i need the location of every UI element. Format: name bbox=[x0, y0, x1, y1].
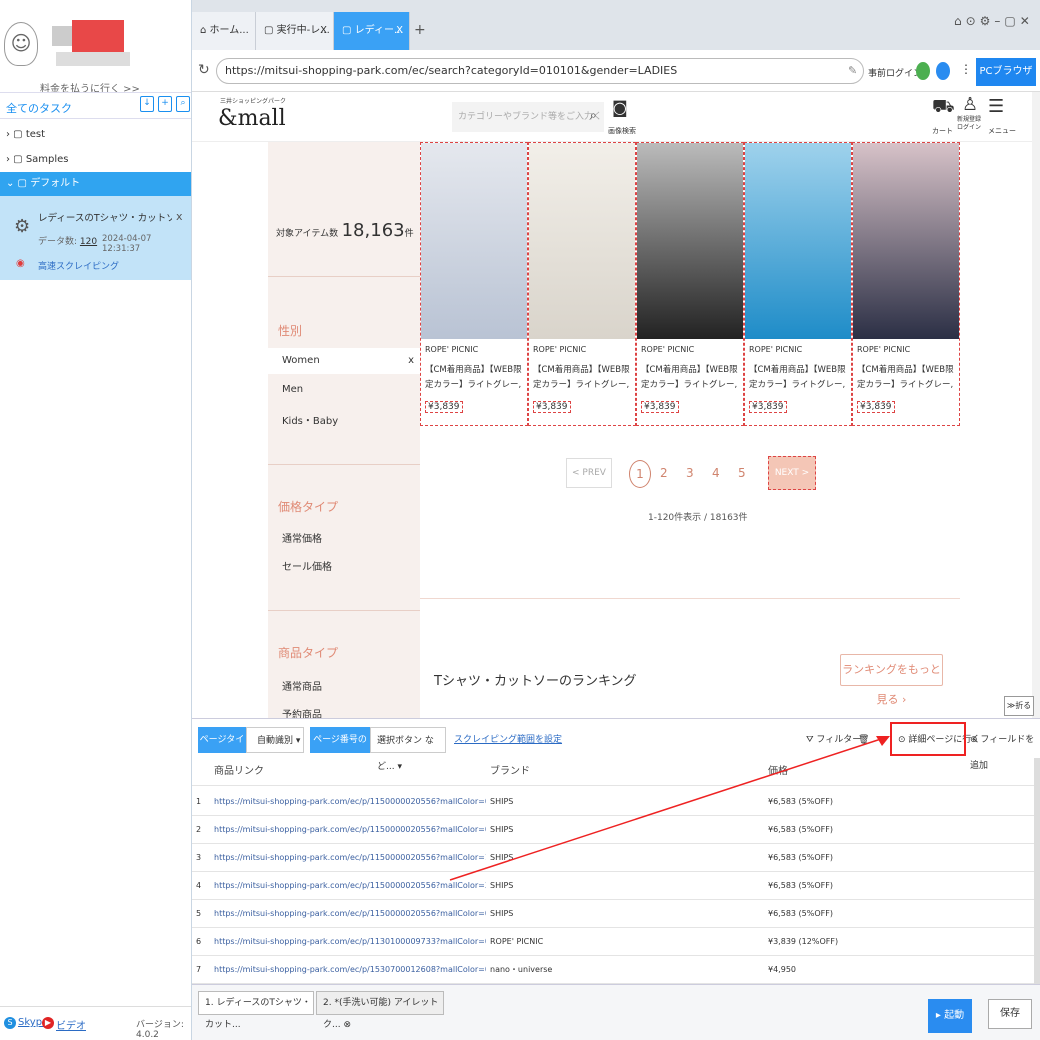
task-date: 2024-04-07 12:31:37 bbox=[102, 234, 152, 254]
bottom-tab-1[interactable]: 1. レディースのTシャツ・カット... bbox=[198, 991, 314, 1030]
folder-samples[interactable]: › ▢ Samples bbox=[0, 149, 191, 171]
version: バージョン: 4.0.2 bbox=[136, 1020, 184, 1040]
task-title: レディースのTシャツ・カットソー通販 | &... bbox=[38, 213, 172, 224]
bottom-tab-2[interactable]: 2. *(手洗い可能) アイレットク... ⊗ bbox=[316, 991, 444, 1030]
scraping-mode: 高速スクレイピング bbox=[38, 262, 120, 272]
video-link[interactable]: ビデオ bbox=[56, 1017, 86, 1032]
skype-icon[interactable]: S bbox=[4, 1017, 16, 1029]
search-task-icon[interactable]: ⌕ bbox=[176, 96, 190, 112]
avatar[interactable]: ☺ bbox=[4, 22, 38, 66]
close-task-icon[interactable]: x bbox=[176, 210, 183, 223]
blurred-account bbox=[56, 52, 130, 66]
bottom-bar: 1. レディースのTシャツ・カット... 2. *(手洗い可能) アイレットク.… bbox=[192, 984, 1040, 1040]
video-icon[interactable]: ▶ bbox=[42, 1017, 54, 1029]
save-button[interactable]: 保存 bbox=[988, 999, 1032, 1029]
blurred-username bbox=[52, 26, 72, 46]
new-task-icon[interactable]: + bbox=[158, 96, 172, 112]
blurred-username bbox=[72, 20, 124, 52]
sidebar: ☺ 料金を払うに行く >> 全てのタスク ↓ + ⌕ › ▢ test › ▢ … bbox=[0, 0, 192, 1040]
annotation-arrow bbox=[449, 736, 890, 881]
sidebar-footer: S Skype ▶ ビデオ バージョン: 4.0.2 bbox=[0, 1006, 191, 1040]
task-card[interactable]: ⚙ レディースのTシャツ・カットソー通販 | &... x データ数: 120 … bbox=[0, 196, 191, 280]
start-button[interactable]: ▸ 起動 bbox=[928, 999, 972, 1033]
folder-test[interactable]: › ▢ test bbox=[0, 124, 191, 146]
speed-icon: ◉ bbox=[16, 258, 25, 269]
all-tasks-label[interactable]: 全てのタスク bbox=[6, 100, 72, 116]
robot-icon: ⚙ bbox=[14, 216, 31, 237]
data-count: データ数: 120 bbox=[38, 237, 98, 247]
import-task-icon[interactable]: ↓ bbox=[140, 96, 154, 112]
folder-default[interactable]: ⌄ ▢ デフォルト bbox=[0, 172, 191, 196]
main-area: ⌂ ホーム... ▢ 実行中-レ... X ▢ レディー... X + ⌂⊙⚙–▢✕… bbox=[192, 0, 1040, 1040]
